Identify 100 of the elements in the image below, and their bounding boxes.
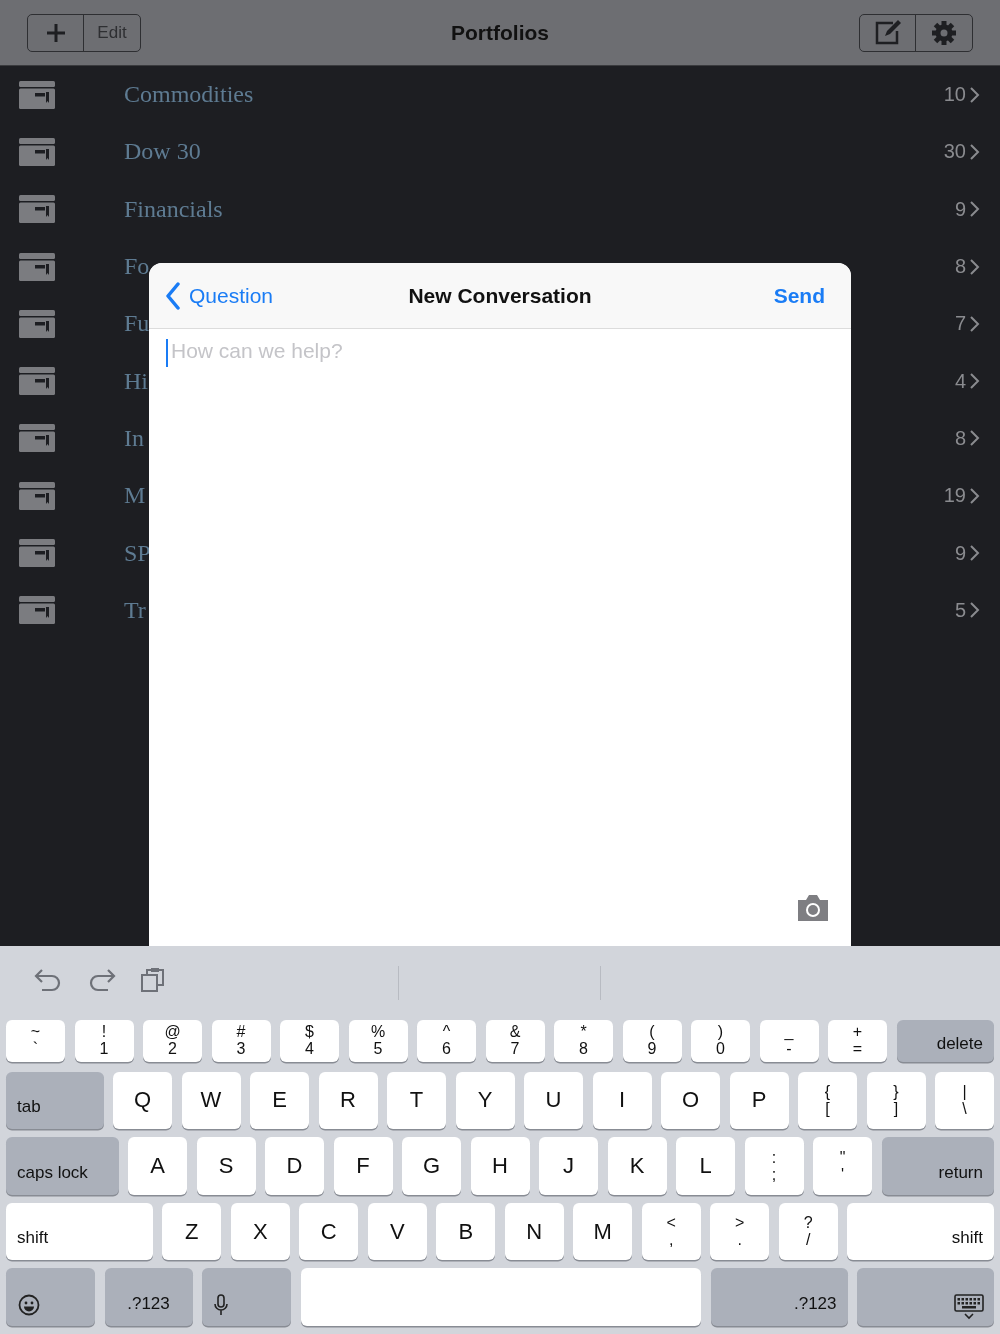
function-key[interactable]: return — [881, 1137, 994, 1195]
dialog-title: New Conversation — [408, 283, 592, 308]
symbol-key[interactable]: ( 9 — [622, 1020, 682, 1062]
portfolio-count: 8 — [954, 426, 966, 450]
letter-key[interactable]: D — [265, 1137, 324, 1195]
chevron-right-icon — [969, 486, 980, 505]
shift-key[interactable]: shift — [847, 1202, 994, 1261]
chevron-right-icon — [969, 544, 980, 562]
symbol-key[interactable]: + = — [828, 1020, 887, 1062]
letter-key[interactable]: Y — [455, 1071, 515, 1130]
portfolio-name[interactable]: In — [124, 424, 144, 452]
letter-key[interactable]: P — [729, 1071, 789, 1130]
symbol-key[interactable]: @ 2 — [143, 1020, 202, 1062]
letter-key[interactable]: H — [470, 1137, 530, 1195]
letter-key[interactable]: G — [402, 1137, 461, 1195]
letter-key[interactable]: R — [318, 1071, 378, 1130]
portfolio-count: 4 — [954, 369, 966, 393]
hide-keyboard-key[interactable] — [857, 1268, 994, 1326]
chevron-left-icon — [165, 281, 181, 310]
symbol-key[interactable]: | \ — [935, 1071, 994, 1130]
symbol-key[interactable]: & 7 — [485, 1020, 545, 1062]
letter-key[interactable]: W — [181, 1071, 241, 1130]
function-key[interactable]: .?123 — [104, 1268, 193, 1326]
symbol-key[interactable]: { [ — [798, 1071, 857, 1130]
portfolio-name[interactable]: Tr — [124, 596, 146, 624]
function-key[interactable]: caps lock — [6, 1137, 119, 1195]
letter-key[interactable]: K — [607, 1137, 667, 1195]
portfolio-name[interactable]: SP — [124, 539, 151, 567]
letter-key[interactable]: U — [524, 1071, 583, 1130]
portfolio-name[interactable]: Dow 30 — [124, 138, 201, 166]
letter-key[interactable]: A — [128, 1137, 187, 1195]
symbol-key[interactable]: ! 1 — [74, 1020, 134, 1062]
emoji-key[interactable] — [6, 1268, 95, 1326]
function-key[interactable]: .?123 — [710, 1268, 848, 1326]
symbol-key[interactable]: ~ ` — [6, 1020, 65, 1062]
chevron-right-icon — [969, 372, 980, 391]
function-key[interactable]: delete — [896, 1020, 994, 1062]
letter-key[interactable]: I — [592, 1071, 652, 1130]
portfolio-name[interactable]: Financials — [124, 195, 223, 223]
symbol-key[interactable]: % 5 — [348, 1020, 408, 1062]
letter-key[interactable]: N — [504, 1202, 564, 1261]
function-key[interactable]: tab — [6, 1071, 104, 1130]
chevron-right-icon — [969, 200, 980, 219]
archive-box-icon — [19, 137, 55, 166]
paste-icon[interactable] — [140, 966, 166, 994]
plus-icon — [44, 21, 67, 44]
letter-key[interactable]: S — [196, 1137, 256, 1195]
portfolio-name[interactable]: Commodities — [124, 81, 254, 109]
archive-box-icon — [19, 195, 55, 224]
letter-key[interactable]: F — [333, 1137, 393, 1195]
portfolio-count: 9 — [954, 541, 966, 565]
symbol-key[interactable]: ? / — [778, 1202, 838, 1261]
archive-box-icon — [19, 481, 55, 510]
symbol-key[interactable]: } ] — [866, 1071, 926, 1130]
letter-key[interactable]: J — [539, 1137, 598, 1195]
archive-box-icon — [19, 424, 55, 453]
keyboard-hide-icon — [954, 1294, 984, 1320]
portfolio-name[interactable]: M — [124, 482, 146, 510]
letter-key[interactable]: T — [387, 1071, 446, 1130]
letter-key[interactable]: O — [661, 1071, 720, 1130]
microphone-key[interactable] — [202, 1268, 291, 1326]
chevron-right-icon — [969, 142, 980, 161]
chevron-right-icon — [969, 314, 980, 333]
chevron-right-icon — [969, 429, 980, 448]
settings-icon — [931, 19, 957, 46]
portfolio-count: 5 — [954, 598, 966, 622]
symbol-key[interactable]: * 8 — [554, 1020, 613, 1062]
letter-key[interactable]: M — [573, 1202, 633, 1261]
portfolio-name[interactable]: Fu — [124, 310, 150, 338]
letter-key[interactable]: E — [250, 1071, 309, 1130]
portfolio-name[interactable]: Hi — [124, 367, 148, 395]
portfolio-count: 9 — [954, 197, 966, 221]
symbol-key[interactable]: > . — [710, 1202, 770, 1261]
symbol-key[interactable]: ) 0 — [691, 1020, 750, 1062]
portfolio-name[interactable]: Fo — [124, 253, 150, 281]
microphone-icon — [214, 1294, 228, 1316]
chevron-right-icon — [969, 257, 980, 276]
letter-key[interactable]: Z — [162, 1202, 222, 1261]
letter-key[interactable]: C — [299, 1202, 359, 1261]
message-field[interactable]: How can we help? — [169, 337, 813, 381]
symbol-key[interactable]: $ 4 — [280, 1020, 339, 1062]
letter-key[interactable]: L — [676, 1137, 735, 1195]
archive-box-icon — [19, 252, 55, 281]
symbol-key[interactable]: : ; — [744, 1137, 804, 1195]
symbol-key[interactable]: _ - — [759, 1020, 819, 1062]
shift-key[interactable]: shift — [6, 1202, 153, 1261]
symbol-key[interactable]: " ' — [813, 1137, 872, 1195]
portfolio-count: 10 — [943, 83, 966, 107]
back-link[interactable]: Question — [165, 281, 274, 310]
symbol-key[interactable]: ^ 6 — [417, 1020, 476, 1062]
letter-key[interactable]: B — [436, 1202, 496, 1261]
symbol-key[interactable]: < , — [641, 1202, 701, 1261]
letter-key[interactable]: X — [230, 1202, 290, 1261]
letter-key[interactable]: V — [367, 1202, 427, 1261]
chevron-right-icon — [969, 85, 980, 104]
camera-icon[interactable] — [795, 894, 831, 922]
symbol-key[interactable]: # 3 — [211, 1020, 271, 1062]
chevron-right-icon — [969, 601, 980, 620]
send-button[interactable]: Send — [773, 283, 825, 308]
letter-key[interactable]: Q — [113, 1071, 172, 1130]
